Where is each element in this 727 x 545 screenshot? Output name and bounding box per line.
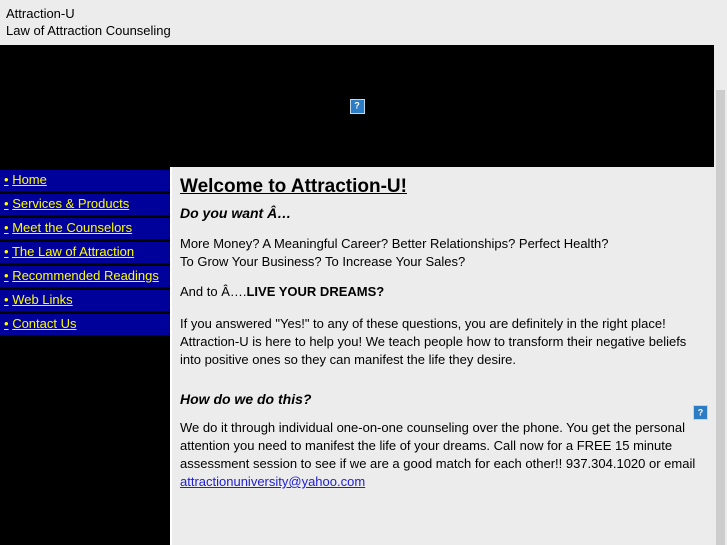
vertical-scrollbar[interactable]: [714, 45, 727, 545]
live-dreams-emphasis: LIVE YOUR DREAMS?: [246, 284, 385, 299]
bullet-icon: •: [4, 196, 9, 211]
sidebar-item-contact-us[interactable]: • Contact Us: [0, 314, 170, 335]
counseling-details-text: We do it through individual one-on-one c…: [180, 420, 696, 471]
sidebar-item-the-law-of-attraction[interactable]: • The Law of Attraction: [0, 242, 170, 263]
bullet-icon: •: [4, 172, 9, 187]
page-header: Attraction-U Law of Attraction Counselin…: [0, 0, 727, 40]
sidebar-item-label: Contact Us: [12, 316, 77, 331]
subheading-how-do-we-do-this: How do we do this?: [180, 391, 312, 407]
site-tagline: Law of Attraction Counseling: [6, 23, 171, 38]
sidebar-item-label: The Law of Attraction: [11, 244, 135, 259]
sidebar-item-services-products[interactable]: • Services & Products: [0, 194, 170, 215]
header-banner: [0, 45, 714, 167]
sidebar-item-label: Recommended Readings: [12, 268, 159, 283]
live-dreams-prefix: And to Â….: [180, 284, 247, 299]
scrollbar-track[interactable]: [716, 90, 725, 545]
subheading-do-you-want: Do you want Â…: [180, 205, 292, 221]
paragraph-right-place: If you answered "Yes!" to any of these q…: [180, 316, 687, 367]
sidebar-item-web-links[interactable]: • Web Links: [0, 290, 170, 311]
bullet-icon: •: [4, 268, 9, 283]
bullet-icon: •: [4, 244, 9, 259]
paragraph-questions: More Money? A Meaningful Career? Better …: [180, 235, 700, 271]
bullet-icon: •: [4, 220, 9, 235]
site-title: Attraction-U: [6, 6, 75, 21]
bullet-icon: •: [4, 316, 9, 331]
content-broken-image-icon: [693, 405, 708, 420]
broken-image-icon: [349, 98, 365, 114]
paragraph-counseling-details: We do it through individual one-on-one c…: [180, 419, 700, 491]
sidebar-item-label: Meet the Counselors: [12, 220, 133, 235]
email-link[interactable]: attractionuniversity@yahoo.com: [180, 474, 365, 489]
sidebar-item-label: Services & Products: [12, 196, 130, 211]
sidebar-item-recommended-readings[interactable]: • Recommended Readings: [0, 266, 170, 287]
sidebar-item-home[interactable]: • Home: [0, 170, 170, 191]
main-content: Welcome to Attraction-U! Do you want Â… …: [170, 167, 714, 545]
paragraph-questions-line2: To Grow Your Business? To Increase Your …: [180, 254, 466, 269]
sidebar-item-label: Web Links: [12, 292, 73, 307]
sidebar-navigation: • Home • Services & Products • Meet the …: [0, 167, 170, 545]
sidebar-item-meet-the-counselors[interactable]: • Meet the Counselors: [0, 218, 170, 239]
main-layout: • Home • Services & Products • Meet the …: [0, 167, 714, 545]
banner-broken-image-wrapper: [348, 97, 367, 116]
paragraph-questions-line1: More Money? A Meaningful Career? Better …: [180, 236, 609, 251]
paragraph-live-your-dreams: And to Â….LIVE YOUR DREAMS?: [180, 283, 700, 301]
bullet-icon: •: [4, 292, 9, 307]
sidebar-item-label: Home: [12, 172, 47, 187]
page-title: Welcome to Attraction-U!: [180, 176, 407, 197]
